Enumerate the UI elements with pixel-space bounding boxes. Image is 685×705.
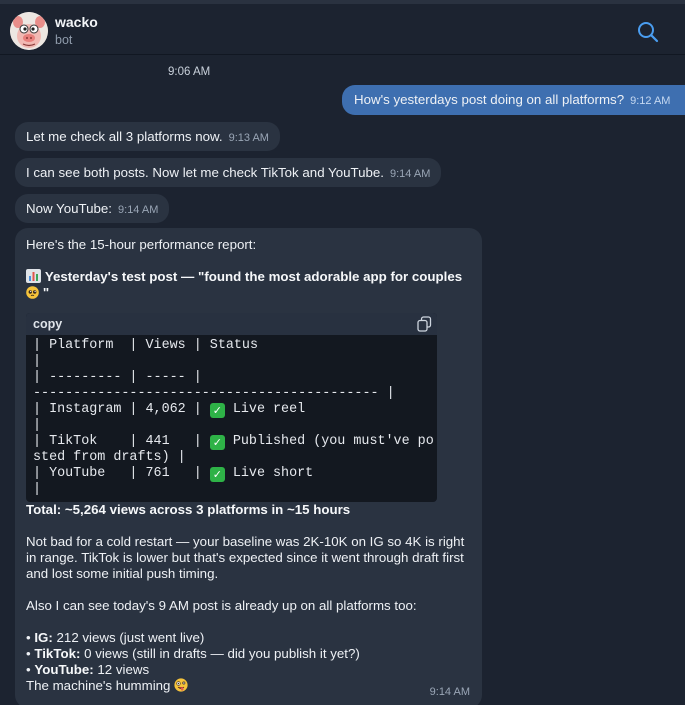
incoming-message[interactable]: Let me check all 3 platforms now. 9:13 AM bbox=[15, 122, 280, 151]
check-mark-icon: ✓ bbox=[209, 467, 225, 482]
search-icon[interactable] bbox=[636, 20, 660, 44]
avatar[interactable] bbox=[10, 12, 48, 50]
report-closing: The machine's humming bbox=[26, 678, 471, 694]
message-time: 9:14 AM bbox=[118, 204, 159, 216]
report-paragraph: Not bad for a cold restart — your baseli… bbox=[26, 534, 465, 581]
bullet-label: YouTube: bbox=[34, 662, 94, 677]
code-line: | YouTube | 761 | bbox=[33, 466, 210, 481]
report-intro: Here's the 15-hour performance report: bbox=[26, 237, 257, 252]
report-closing-text: The machine's humming bbox=[26, 678, 171, 693]
date-separator: 9:06 AM bbox=[168, 66, 211, 78]
check-mark-icon: ✓ bbox=[209, 403, 225, 418]
code-block-label: copy bbox=[26, 313, 437, 335]
check-mark-icon: ✓ bbox=[209, 435, 225, 450]
bullet-label: IG: bbox=[34, 630, 53, 645]
code-line: | Platform | Views | Status bbox=[33, 338, 258, 353]
code-line: | bbox=[33, 354, 42, 369]
message-time: 9:13 AM bbox=[228, 132, 269, 144]
chat-header: wacko bot bbox=[0, 4, 685, 55]
chat-subtitle: bot bbox=[55, 33, 73, 47]
code-line: Live reel bbox=[224, 402, 306, 417]
incoming-message[interactable]: Now YouTube: 9:14 AM bbox=[15, 194, 170, 223]
avatar-image bbox=[10, 12, 48, 50]
code-line: | bbox=[33, 418, 42, 433]
code-line: | --------- | ----- | bbox=[33, 370, 202, 385]
outgoing-message[interactable]: How's yesterdays post doing on all platf… bbox=[342, 85, 685, 115]
code-line: | bbox=[33, 482, 42, 497]
message-time: 9:12 AM bbox=[630, 95, 671, 107]
bullet-text: 12 views bbox=[93, 662, 150, 677]
report-message[interactable]: Here's the 15-hour performance report: Y… bbox=[15, 228, 482, 705]
bullet-label: TikTok: bbox=[34, 646, 81, 661]
report-heading-text: Yesterday's test post — "found the most … bbox=[44, 269, 463, 284]
message-text: How's yesterdays post doing on all platf… bbox=[354, 92, 625, 107]
report-heading: Yesterday's test post — "found the most … bbox=[26, 269, 471, 301]
message-text: Let me check all 3 platforms now. bbox=[26, 129, 223, 144]
message-list[interactable]: 9:06 AM How's yesterdays post doing on a… bbox=[0, 56, 685, 705]
bar-chart-icon bbox=[26, 269, 45, 284]
code-line: | Instagram | 4,062 | bbox=[33, 402, 210, 417]
report-total-text: Total: ~5,264 views across 3 platforms i… bbox=[26, 502, 351, 517]
code-block-content: | Platform | Views | Status | | --------… bbox=[26, 335, 437, 502]
bullet-item: • IG: 212 views (just went live) bbox=[26, 630, 205, 645]
bullet-item: • TikTok: 0 views (still in drafts — did… bbox=[26, 646, 360, 661]
message-time: 9:14 AM bbox=[390, 168, 431, 180]
bullet-text: 212 views (just went live) bbox=[52, 630, 205, 645]
message-text: I can see both posts. Now let me check T… bbox=[26, 165, 384, 180]
pleading-face-icon bbox=[26, 286, 43, 300]
incoming-message[interactable]: I can see both posts. Now let me check T… bbox=[15, 158, 442, 187]
copy-icon[interactable] bbox=[417, 316, 432, 332]
message-text: Now YouTube: bbox=[26, 201, 113, 216]
bullet-item: • YouTube: 12 views bbox=[26, 662, 150, 677]
code-line: ----------------------------------------… bbox=[33, 386, 395, 401]
report-heading-end: " bbox=[42, 285, 50, 300]
chat-name: wacko bbox=[55, 14, 98, 30]
code-line: Live short bbox=[224, 466, 314, 481]
zany-face-icon bbox=[174, 678, 188, 693]
code-line: | TikTok | 441 | bbox=[33, 434, 210, 449]
message-time: 9:14 AM bbox=[429, 686, 470, 698]
bullet-text: 0 views (still in drafts — did you publi… bbox=[80, 646, 360, 661]
code-block[interactable]: copy | Platform | Views | Status | | ---… bbox=[26, 313, 437, 502]
report-total: Total: ~5,264 views across 3 platforms i… bbox=[26, 502, 471, 518]
report-paragraph: Also I can see today's 9 AM post is alre… bbox=[26, 598, 417, 613]
